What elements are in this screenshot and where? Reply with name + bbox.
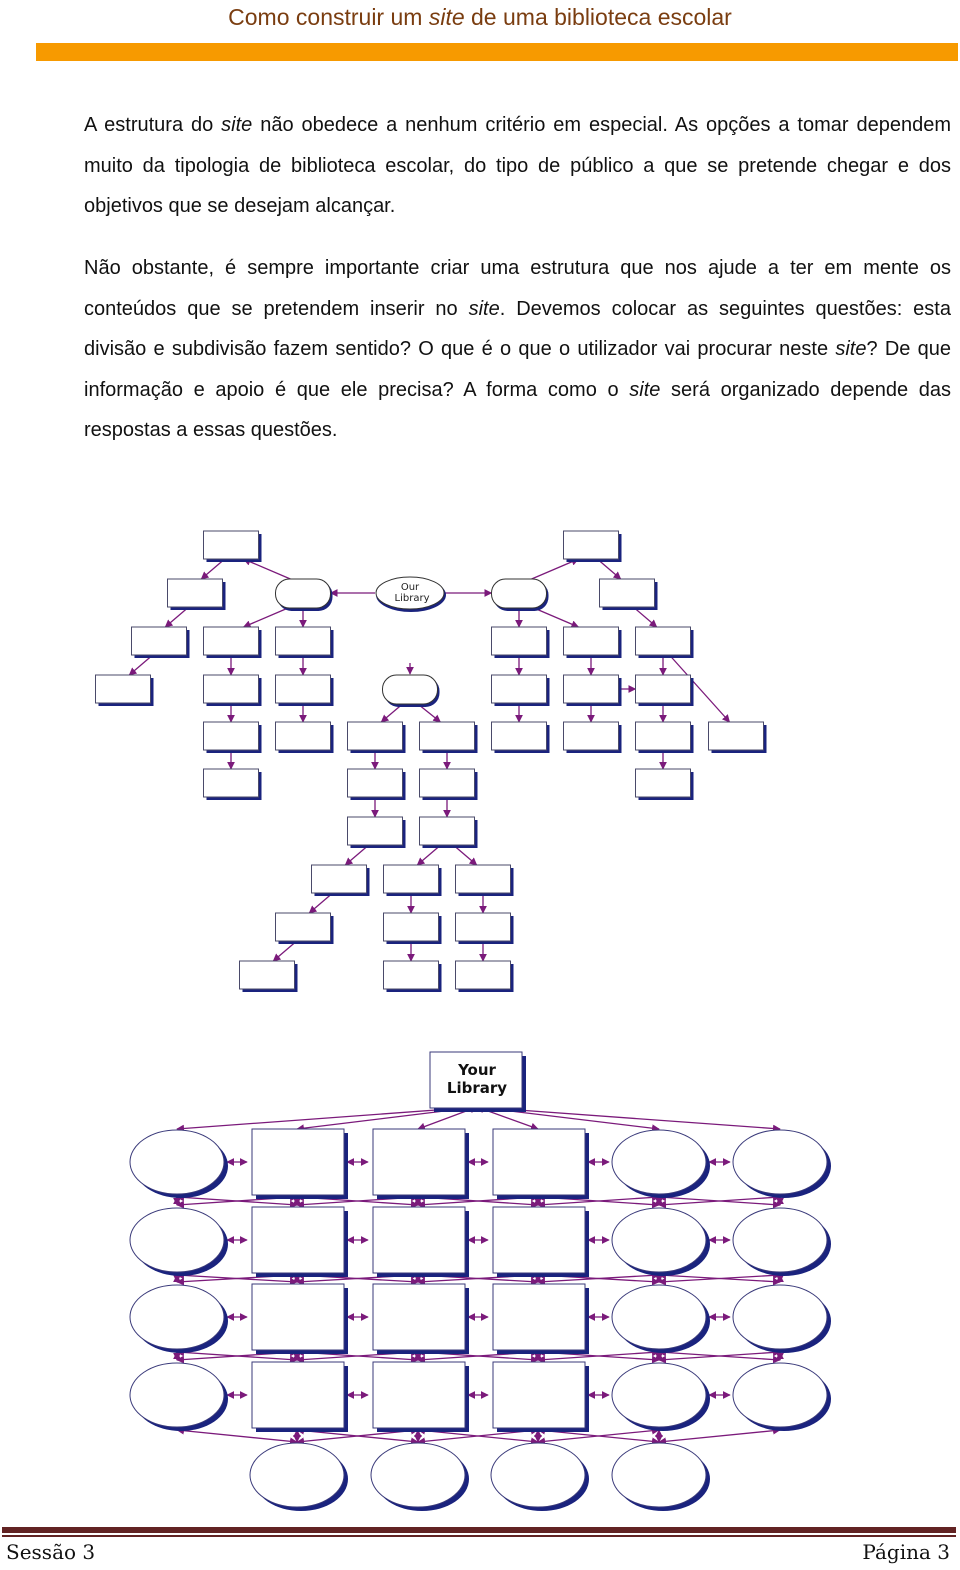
header-title-text-end: de uma biblioteca escolar xyxy=(464,4,732,30)
header-orange-bar xyxy=(36,43,958,61)
footer-rule xyxy=(2,1527,956,1533)
site-node-ellipse xyxy=(370,1442,466,1508)
site-node-ellipse xyxy=(732,1284,828,1350)
connector-arrow xyxy=(242,606,291,628)
site-node-box xyxy=(372,1283,466,1351)
site-node-box xyxy=(203,626,259,656)
site-node-box xyxy=(635,768,691,798)
site-node-box xyxy=(203,674,259,704)
site-node-box xyxy=(635,626,691,656)
site-node-box xyxy=(635,721,691,751)
site-node-box xyxy=(275,626,331,656)
site-node-ellipse xyxy=(490,1442,586,1508)
footer-section: Sessão 3 xyxy=(6,1540,96,1564)
site-node-box xyxy=(203,768,259,798)
connector-arrow xyxy=(658,1426,781,1446)
site-node-box xyxy=(563,721,619,751)
site-node-box xyxy=(251,1283,345,1351)
site-node-box xyxy=(455,912,511,942)
site-node-box xyxy=(251,1128,345,1196)
site-node-pill xyxy=(491,578,547,609)
site-node-box xyxy=(251,1361,345,1429)
site-node-box xyxy=(455,864,511,894)
site-node-box xyxy=(203,530,259,560)
root-label-line2: Library xyxy=(395,593,430,604)
site-node-box xyxy=(635,674,691,704)
site-node-ellipse xyxy=(129,1207,225,1273)
root-label-line2: Library xyxy=(447,1079,507,1097)
italic-text: site xyxy=(468,297,500,320)
italic-text: site xyxy=(221,114,253,136)
page-header-title: Como construir um site de uma biblioteca… xyxy=(0,4,960,31)
site-node-box xyxy=(492,1361,586,1429)
site-node-box xyxy=(383,864,439,894)
site-node-box xyxy=(372,1361,466,1429)
site-node-box xyxy=(275,674,331,704)
site-node-box xyxy=(563,674,619,704)
site-node-box xyxy=(419,721,475,751)
site-node-box xyxy=(251,1206,345,1274)
footer-page-number: Página 3 xyxy=(862,1540,950,1564)
web-site-map-diagram: YourLibrary xyxy=(129,1051,831,1511)
site-node-box xyxy=(383,960,439,990)
site-node-box xyxy=(599,578,655,608)
site-node-ellipse xyxy=(732,1129,828,1195)
site-node-ellipse xyxy=(611,1129,707,1195)
site-node-box xyxy=(419,768,475,798)
root-label-line1: Your xyxy=(457,1061,496,1079)
site-node-box xyxy=(492,1206,586,1274)
site-node-ellipse xyxy=(129,1284,225,1350)
root-label-line1: Our xyxy=(401,582,420,593)
site-node-box xyxy=(131,626,187,656)
site-node-box xyxy=(372,1128,466,1196)
site-node-ellipse xyxy=(129,1129,225,1195)
site-node-pill xyxy=(382,674,438,705)
site-node-box xyxy=(419,816,475,846)
site-node-box xyxy=(383,912,439,942)
site-node-ellipse xyxy=(249,1442,345,1508)
site-node-box xyxy=(491,626,547,656)
header-title-italic: site xyxy=(428,4,465,30)
footer-rule-thin xyxy=(2,1535,956,1537)
site-node-box xyxy=(275,721,331,751)
hierarchical-site-map-diagram: OurLibrary xyxy=(95,530,767,992)
site-node-box xyxy=(275,912,331,942)
site-node-box xyxy=(347,721,403,751)
site-node-box xyxy=(167,578,223,608)
site-node-box xyxy=(347,816,403,846)
site-node-box xyxy=(563,530,619,560)
italic-text: site xyxy=(835,338,867,360)
header-title-text: Como construir um xyxy=(228,4,429,30)
italic-text: site xyxy=(629,378,661,401)
site-node-box xyxy=(311,864,367,894)
site-node-ellipse xyxy=(129,1362,225,1428)
site-node-ellipse xyxy=(611,1284,707,1350)
site-node-box xyxy=(708,721,764,751)
site-node-box xyxy=(95,674,151,704)
site-node-box xyxy=(372,1206,466,1274)
site-node-ellipse xyxy=(611,1362,707,1428)
site-node-pill xyxy=(275,578,331,609)
paragraph-1: A estrutura do site não obedece a nenhum… xyxy=(84,105,951,227)
site-node-ellipse xyxy=(732,1207,828,1273)
site-node-box xyxy=(563,626,619,656)
site-node-box xyxy=(203,721,259,751)
site-node-ellipse xyxy=(611,1442,707,1508)
site-node-box xyxy=(491,674,547,704)
paragraph-2: Não obstante, é sempre importante criar … xyxy=(84,248,951,451)
site-node-box xyxy=(347,768,403,798)
site-node-box xyxy=(492,1128,586,1196)
site-node-ellipse xyxy=(732,1362,828,1428)
site-node-box xyxy=(492,1283,586,1351)
text: A estrutura do xyxy=(84,114,222,136)
site-node-box xyxy=(491,721,547,751)
site-node-ellipse xyxy=(611,1207,707,1273)
site-node-box xyxy=(239,960,295,990)
site-node-box xyxy=(455,960,511,990)
